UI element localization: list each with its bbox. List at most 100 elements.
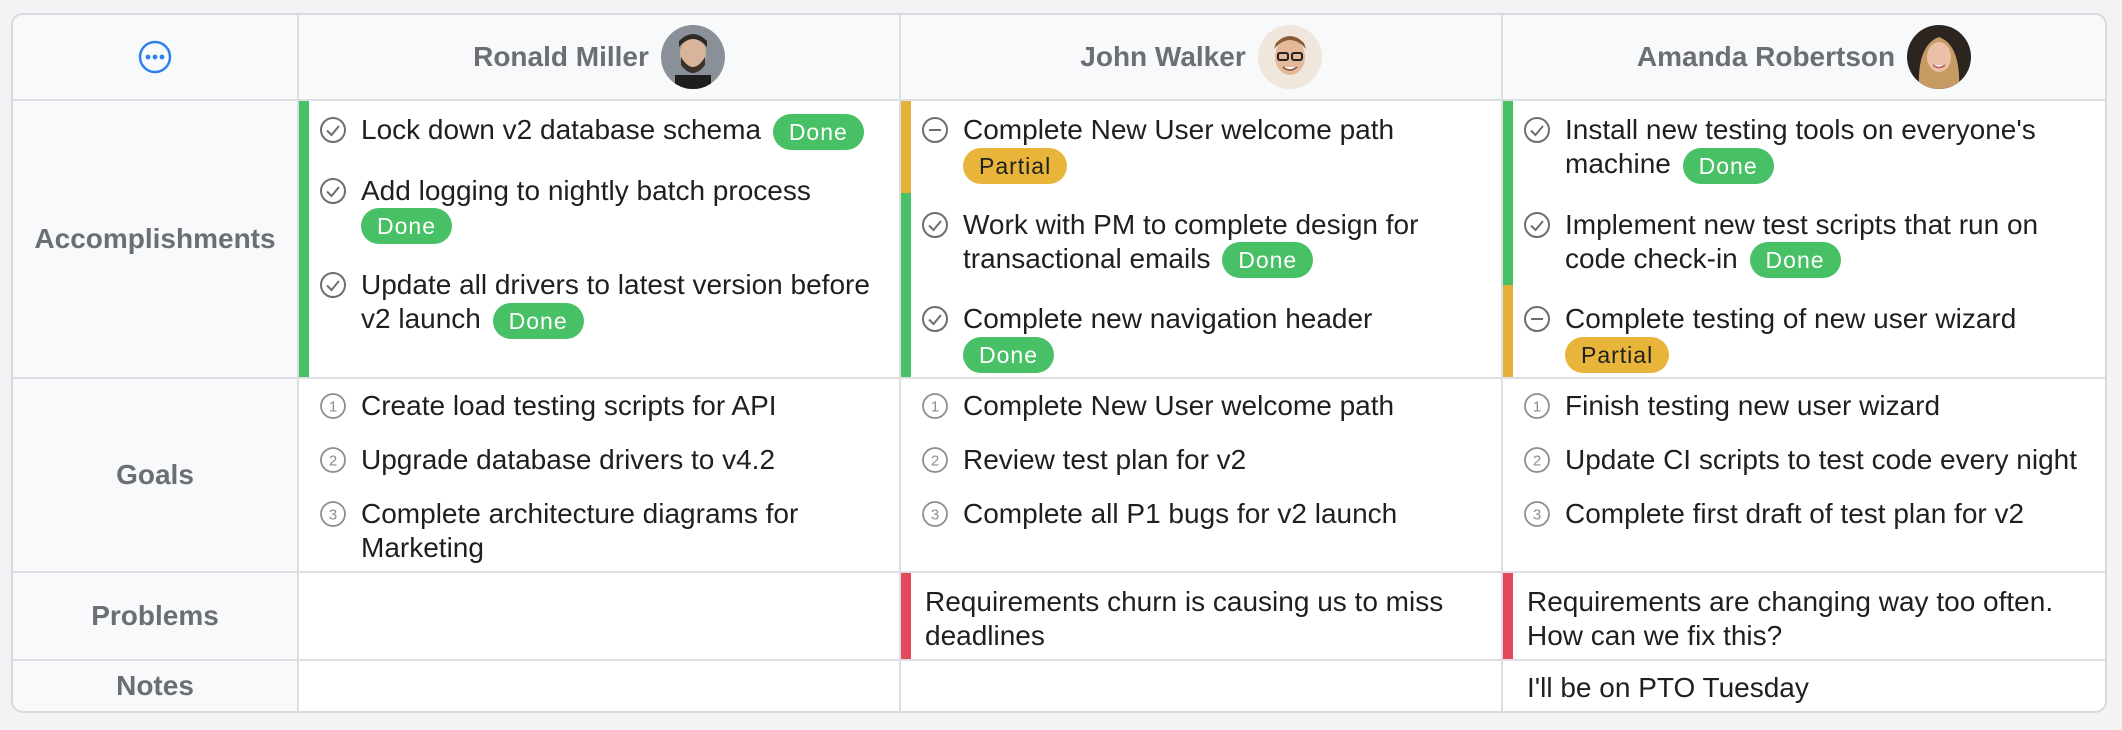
list-item[interactable]: 3 Complete architecture diagrams for Mar… bbox=[319, 497, 879, 565]
column-header-ronald: Ronald Miller bbox=[299, 15, 901, 101]
notes-ronald[interactable] bbox=[299, 661, 901, 711]
list-item[interactable]: 3 Complete first draft of test plan for … bbox=[1523, 497, 2085, 531]
list-item[interactable]: Work with PM to complete design for tran… bbox=[921, 208, 1481, 279]
list-item[interactable]: 2 Upgrade database drivers to v4.2 bbox=[319, 443, 879, 477]
list-item[interactable]: Lock down v2 database schema Done bbox=[319, 113, 879, 150]
problem-bar bbox=[1503, 573, 1513, 659]
check-circle-icon bbox=[320, 117, 346, 143]
avatar bbox=[1907, 25, 1972, 89]
item-text: Review test plan for v2 bbox=[963, 444, 1247, 475]
check-circle-icon bbox=[922, 211, 948, 238]
check-circle-icon bbox=[922, 306, 948, 333]
notes-john[interactable] bbox=[901, 661, 1503, 711]
check-circle-icon bbox=[1524, 117, 1550, 143]
problems-john[interactable]: Requirements churn is causing us to miss… bbox=[901, 573, 1503, 661]
row-label-notes: Notes bbox=[13, 661, 299, 711]
item-text: Complete New User welcome path bbox=[963, 390, 1395, 421]
check-circle-icon bbox=[320, 272, 346, 299]
list-item[interactable]: Implement new test scripts that run on c… bbox=[1523, 208, 2085, 279]
svg-text:2: 2 bbox=[931, 453, 939, 470]
item-text: Complete New User welcome path bbox=[963, 114, 1395, 145]
status-bar-partial bbox=[1503, 285, 1513, 377]
list-item[interactable]: 2 Update CI scripts to test code every n… bbox=[1523, 443, 2085, 477]
number-three-icon: 3 bbox=[320, 501, 346, 527]
svg-text:1: 1 bbox=[329, 399, 337, 416]
item-text: Complete testing of new user wizard bbox=[1565, 303, 2017, 335]
item-text: Complete first draft of test plan for v2 bbox=[1565, 498, 2025, 529]
list-item[interactable]: Add logging to nightly batch process Done bbox=[319, 174, 879, 245]
list-item[interactable]: Complete new navigation header Done bbox=[921, 302, 1481, 373]
avatar bbox=[1257, 25, 1322, 89]
goals-john: 1 Complete New User welcome path 2 Revie… bbox=[901, 379, 1503, 573]
svg-text:2: 2 bbox=[1533, 453, 1541, 470]
problems-ronald[interactable] bbox=[299, 573, 901, 661]
goals-amanda: 1 Finish testing new user wizard 2 Updat… bbox=[1503, 379, 2105, 573]
list-item[interactable]: 1 Create load testing scripts for API bbox=[319, 389, 879, 423]
status-badge-done: Done bbox=[361, 208, 452, 245]
problems-amanda[interactable]: Requirements are changing way too often.… bbox=[1503, 573, 2105, 661]
number-one-icon: 1 bbox=[922, 393, 948, 419]
status-bar-done bbox=[901, 193, 911, 377]
row-label-accomplishments: Accomplishments bbox=[13, 101, 299, 379]
item-text: Create load testing scripts for API bbox=[361, 390, 777, 421]
svg-text:1: 1 bbox=[931, 399, 939, 416]
status-bar-done bbox=[299, 101, 309, 377]
svg-text:1: 1 bbox=[1533, 399, 1541, 416]
standup-board: Ronald Miller John Walker Amanda Roberts… bbox=[11, 13, 2107, 713]
svg-text:3: 3 bbox=[329, 507, 337, 524]
accomplishments-ronald: Lock down v2 database schema Done Add lo… bbox=[299, 101, 901, 379]
number-one-icon: 1 bbox=[320, 393, 346, 419]
item-text: Complete architecture diagrams for Marke… bbox=[361, 498, 799, 563]
list-item[interactable]: 3 Complete all P1 bugs for v2 launch bbox=[921, 497, 1481, 531]
svg-text:3: 3 bbox=[931, 507, 939, 524]
minus-circle-icon bbox=[922, 117, 948, 143]
svg-text:2: 2 bbox=[329, 453, 337, 470]
status-badge-done: Done bbox=[772, 113, 864, 150]
more-options-icon[interactable] bbox=[137, 39, 173, 75]
list-item[interactable]: 2 Review test plan for v2 bbox=[921, 443, 1481, 477]
check-circle-icon bbox=[1524, 211, 1550, 238]
item-text: Complete all P1 bugs for v2 launch bbox=[963, 498, 1398, 529]
number-two-icon: 2 bbox=[1524, 447, 1550, 473]
problem-text: Requirements are changing way too often.… bbox=[1527, 586, 2054, 651]
minus-circle-icon bbox=[1524, 306, 1550, 333]
note-text bbox=[299, 661, 899, 673]
status-badge-done: Done bbox=[1682, 147, 1774, 184]
item-text: Upgrade database drivers to v4.2 bbox=[361, 444, 776, 475]
list-item[interactable]: Complete New User welcome path Partial bbox=[921, 113, 1481, 184]
list-item[interactable]: 1 Finish testing new user wizard bbox=[1523, 389, 2085, 423]
column-header-john: John Walker bbox=[901, 15, 1503, 101]
item-text: Work with PM to complete design for tran… bbox=[963, 208, 1419, 274]
row-label-problems: Problems bbox=[13, 573, 299, 661]
problem-text: Requirements churn is causing us to miss… bbox=[925, 586, 1444, 651]
status-bar-done bbox=[1503, 101, 1513, 285]
status-badge-done: Done bbox=[1749, 242, 1841, 279]
status-badge-done: Done bbox=[492, 302, 584, 339]
header-corner bbox=[13, 15, 299, 101]
status-badge-done: Done bbox=[963, 336, 1054, 373]
list-item[interactable]: Complete testing of new user wizard Parti… bbox=[1523, 302, 2085, 373]
goals-ronald: 1 Create load testing scripts for API 2 … bbox=[299, 379, 901, 573]
status-badge-partial: Partial bbox=[1565, 336, 1670, 373]
number-three-icon: 3 bbox=[1524, 501, 1550, 527]
number-one-icon: 1 bbox=[1524, 393, 1550, 419]
number-two-icon: 2 bbox=[320, 447, 346, 473]
item-text: Complete new navigation header bbox=[963, 303, 1373, 335]
person-name: Ronald Miller bbox=[473, 41, 649, 72]
accomplishments-amanda: Install new testing tools on everyone's … bbox=[1503, 101, 2105, 379]
row-label-goals: Goals bbox=[13, 379, 299, 573]
list-item[interactable]: Install new testing tools on everyone's … bbox=[1523, 113, 2085, 184]
svg-text:3: 3 bbox=[1533, 507, 1541, 524]
avatar bbox=[660, 25, 725, 89]
person-name: John Walker bbox=[1080, 41, 1246, 72]
problem-text bbox=[299, 573, 899, 585]
list-item[interactable]: 1 Complete New User welcome path bbox=[921, 389, 1481, 423]
notes-amanda[interactable]: I'll be on PTO Tuesday bbox=[1503, 661, 2105, 711]
problem-bar bbox=[901, 573, 911, 659]
check-circle-icon bbox=[320, 177, 346, 204]
list-item[interactable]: Update all drivers to latest version bef… bbox=[319, 268, 879, 339]
status-badge-done: Done bbox=[1222, 242, 1314, 279]
note-text: I'll be on PTO Tuesday bbox=[1527, 672, 1809, 703]
item-text: Update all drivers to latest version bef… bbox=[361, 269, 870, 335]
item-text: Update CI scripts to test code every nig… bbox=[1565, 444, 2078, 475]
